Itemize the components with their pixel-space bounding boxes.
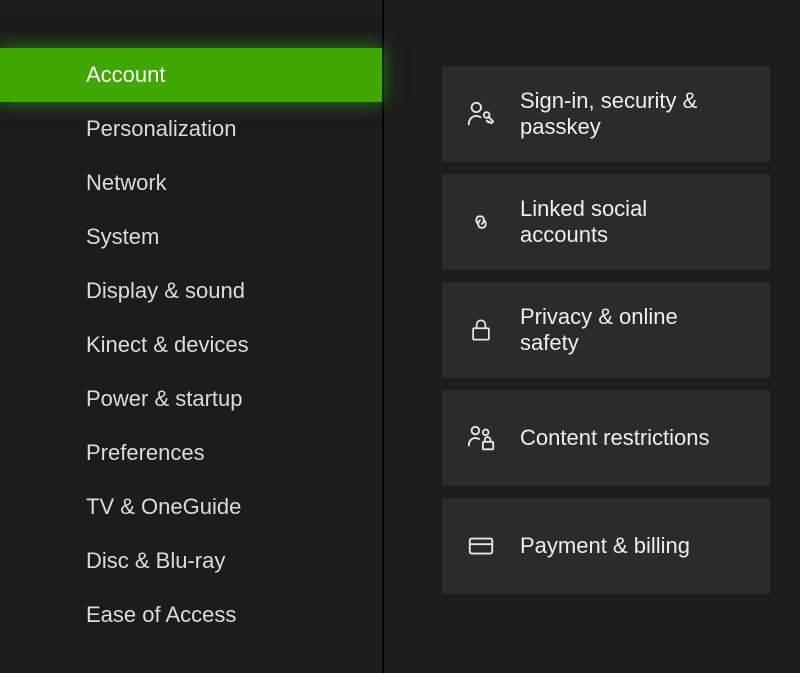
sidebar-item-preferences[interactable]: Preferences: [0, 426, 382, 480]
sidebar-item-label: Account: [86, 62, 166, 88]
sidebar-item-label: TV & OneGuide: [86, 494, 241, 520]
sidebar-item-label: Power & startup: [86, 386, 243, 412]
settings-sidebar: Account Personalization Network System D…: [0, 0, 382, 673]
sidebar-item-power-startup[interactable]: Power & startup: [0, 372, 382, 426]
tile-label: Sign-in, security & passkey: [520, 88, 720, 141]
sidebar-item-kinect-devices[interactable]: Kinect & devices: [0, 318, 382, 372]
card-icon: [464, 529, 498, 563]
tile-label: Content restrictions: [520, 425, 710, 451]
sidebar-item-label: Ease of Access: [86, 602, 236, 628]
people-lock-icon: [464, 421, 498, 455]
sidebar-item-tv-oneguide[interactable]: TV & OneGuide: [0, 480, 382, 534]
tile-linked-social[interactable]: Linked social accounts: [442, 174, 770, 270]
sidebar-list: Account Personalization Network System D…: [0, 0, 382, 642]
sidebar-item-network[interactable]: Network: [0, 156, 382, 210]
sidebar-item-label: System: [86, 224, 159, 250]
vertical-divider: [382, 0, 384, 673]
tile-label: Privacy & online safety: [520, 304, 720, 357]
person-key-icon: [464, 97, 498, 131]
settings-content: Sign-in, security & passkey Linked socia…: [382, 0, 800, 673]
sidebar-item-disc-bluray[interactable]: Disc & Blu-ray: [0, 534, 382, 588]
tile-privacy-safety[interactable]: Privacy & online safety: [442, 282, 770, 378]
sidebar-item-system[interactable]: System: [0, 210, 382, 264]
sidebar-item-label: Personalization: [86, 116, 236, 142]
sidebar-item-label: Display & sound: [86, 278, 245, 304]
sidebar-item-label: Network: [86, 170, 167, 196]
sidebar-item-label: Disc & Blu-ray: [86, 548, 225, 574]
tile-sign-in-security[interactable]: Sign-in, security & passkey: [442, 66, 770, 162]
sidebar-item-ease-of-access[interactable]: Ease of Access: [0, 588, 382, 642]
tile-content-restrictions[interactable]: Content restrictions: [442, 390, 770, 486]
tile-label: Payment & billing: [520, 533, 690, 559]
tile-payment-billing[interactable]: Payment & billing: [442, 498, 770, 594]
sidebar-item-label: Preferences: [86, 440, 205, 466]
tile-label: Linked social accounts: [520, 196, 720, 249]
sidebar-item-personalization[interactable]: Personalization: [0, 102, 382, 156]
sidebar-item-label: Kinect & devices: [86, 332, 249, 358]
link-icon: [464, 205, 498, 239]
sidebar-item-account[interactable]: Account: [0, 48, 382, 102]
lock-icon: [464, 313, 498, 347]
sidebar-item-display-sound[interactable]: Display & sound: [0, 264, 382, 318]
